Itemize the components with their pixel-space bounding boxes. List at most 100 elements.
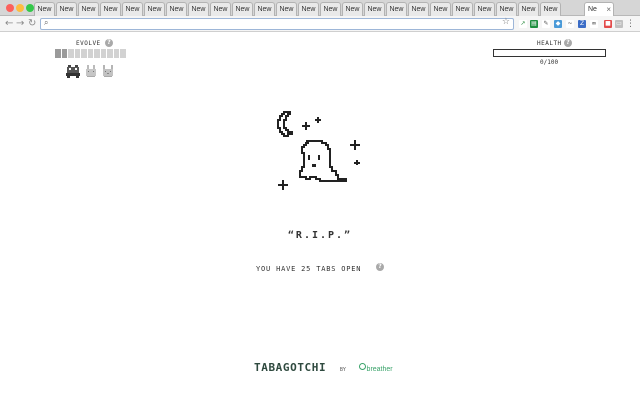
browser-tab[interactable]: New	[342, 2, 363, 16]
browser-toolbar: ← → ↻ ⌕ ☆ ↗ ▤ ✎ ◆ ~ Z ∞ ■ ▭ ⋮	[0, 16, 640, 32]
browser-menu-icon[interactable]: ⋮	[626, 18, 635, 30]
browser-tab[interactable]: New	[122, 2, 143, 16]
address-bar[interactable]: ⌕ ☆	[40, 17, 514, 30]
browser-tab[interactable]: New	[364, 2, 385, 16]
browser-tab[interactable]: New	[430, 2, 451, 16]
tab-label: New	[125, 6, 140, 13]
tab-label: New	[521, 6, 536, 13]
extension-blue-icon[interactable]: ◆	[554, 20, 562, 28]
extension-z-icon[interactable]: Z	[578, 20, 586, 28]
tab-active[interactable]: Ne ×	[584, 2, 614, 17]
ghost-scene	[277, 111, 360, 190]
window-close-button[interactable]	[6, 4, 14, 12]
by-label: BY	[339, 367, 346, 373]
tab-label: New	[257, 6, 272, 13]
tab-label: New	[477, 6, 492, 13]
evolve-segment	[61, 49, 68, 58]
tab-strip: New New New New New New New New New New New New New N…	[0, 0, 640, 17]
tabs-help-icon[interactable]: ?	[375, 262, 384, 271]
browser-tab[interactable]: New	[298, 2, 319, 16]
evolve-segment	[55, 49, 61, 58]
tab-label: New	[389, 6, 404, 13]
window-maximize-button[interactable]	[26, 4, 34, 12]
tab-label: New	[543, 6, 558, 13]
brand-logo: TABAGOTCHI	[254, 361, 327, 374]
rip-text: “R.I.P.”	[287, 230, 353, 241]
evolve-segment	[87, 49, 94, 58]
tab-label: New	[499, 6, 514, 13]
reload-icon[interactable]: ↻	[28, 17, 36, 31]
browser-tab[interactable]: New	[56, 2, 77, 16]
window-minimize-button[interactable]	[16, 4, 24, 12]
extension-red-icon[interactable]: ■	[604, 20, 612, 28]
extension-gray-icon[interactable]: ▭	[615, 20, 623, 28]
close-tab-icon[interactable]: ×	[606, 3, 611, 16]
breather-link[interactable]: breather	[367, 366, 393, 373]
browser-tab[interactable]: New	[232, 2, 253, 16]
browser-tab[interactable]: New	[320, 2, 341, 16]
bookmark-star-icon[interactable]: ☆	[502, 17, 510, 27]
monster-stage-1-icon	[66, 65, 80, 78]
tab-label: New	[323, 6, 338, 13]
health-bar	[493, 49, 606, 57]
browser-tab[interactable]: New	[210, 2, 231, 16]
tab-label: New	[433, 6, 448, 13]
address-input[interactable]	[53, 20, 493, 29]
tab-label: New	[367, 6, 382, 13]
tab-label: New	[235, 6, 250, 13]
evolve-segment	[100, 49, 107, 58]
extension-glasses-icon[interactable]: ∞	[590, 20, 598, 28]
tab-label: New	[147, 6, 162, 13]
tab-label: New	[279, 6, 294, 13]
browser-tab[interactable]: New	[254, 2, 275, 16]
ghost-icon	[299, 140, 347, 182]
browser-tab[interactable]: New	[408, 2, 429, 16]
extension-arrow-icon[interactable]: ↗	[519, 20, 527, 28]
browser-tab[interactable]: New	[276, 2, 297, 16]
evolve-segment	[68, 49, 74, 58]
evolve-segment	[94, 49, 100, 58]
tab-label: New	[169, 6, 184, 13]
tabs-open-row: YOU HAVE 25 TABS OPEN ?	[0, 256, 640, 275]
browser-tab[interactable]: New	[474, 2, 495, 16]
browser-tab[interactable]: New	[166, 2, 187, 16]
breather-logo-icon	[358, 363, 366, 370]
evolve-segment	[113, 49, 120, 58]
evolve-help-icon[interactable]: ?	[105, 39, 113, 47]
footer-brand: TABAGOTCHI BY breather	[254, 356, 393, 375]
browser-tab[interactable]: New	[188, 2, 209, 16]
search-icon: ⌕	[44, 18, 49, 27]
browser-tab[interactable]: New	[34, 2, 55, 16]
tab-label: New	[37, 6, 52, 13]
tab-label: New	[213, 6, 228, 13]
evolve-label: EVOLVE	[76, 40, 101, 47]
browser-tab[interactable]: New	[496, 2, 517, 16]
tab-label: New	[455, 6, 470, 13]
browser-tab[interactable]: New	[518, 2, 539, 16]
tab-label: New	[345, 6, 360, 13]
extension-eyedropper-icon[interactable]: ✎	[542, 20, 550, 28]
moon-icon	[277, 111, 293, 137]
extension-wave-icon[interactable]: ~	[566, 20, 574, 28]
browser-tab[interactable]: New	[100, 2, 121, 16]
evolve-segment	[120, 49, 127, 58]
tab-label: New	[411, 6, 426, 13]
forward-arrow-icon[interactable]: →	[16, 17, 24, 31]
health-value: 0/100	[540, 59, 559, 66]
browser-tab[interactable]: New	[452, 2, 473, 16]
extension-sheets-icon[interactable]: ▤	[530, 20, 538, 28]
back-arrow-icon[interactable]: ←	[5, 17, 13, 31]
tabs-open-text: YOU HAVE 25 TABS OPEN	[256, 265, 362, 273]
browser-tab[interactable]: New	[540, 2, 561, 16]
health-help-icon[interactable]: ?	[564, 39, 572, 47]
evolve-segment	[107, 49, 113, 58]
tab-label: New	[103, 6, 118, 13]
browser-tab[interactable]: New	[78, 2, 99, 16]
tab-label: New	[191, 6, 206, 13]
evolve-segment	[74, 49, 81, 58]
health-label: HEALTH	[537, 40, 562, 47]
browser-tab[interactable]: New	[144, 2, 165, 16]
browser-tab[interactable]: New	[386, 2, 407, 16]
bunny-stage-2-icon	[86, 65, 96, 77]
tab-label: New	[301, 6, 316, 13]
